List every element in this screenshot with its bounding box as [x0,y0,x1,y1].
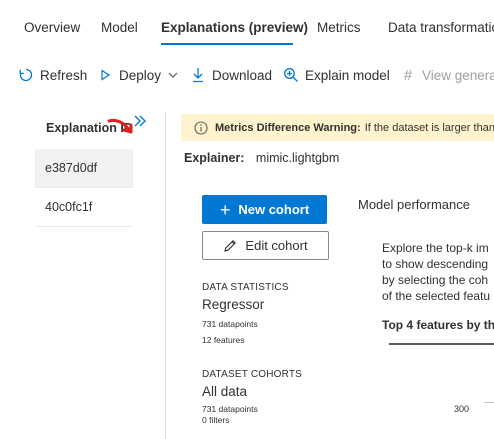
deploy-label: Deploy [119,67,162,83]
double-chevron-right-icon[interactable] [132,113,148,129]
explain-model-button[interactable]: Explain model [283,67,390,83]
explanation-row[interactable]: e387d0df [35,149,133,187]
toolbar: Refresh Deploy Download Explain model # … [0,58,494,92]
active-tab-indicator [161,43,293,45]
panel-divider [165,112,166,439]
explainer-info: Explainer: mimic.lightgbm [184,151,339,165]
explain-model-label: Explain model [305,67,390,83]
cohort-filters: 0 filters [202,415,230,425]
view-generated-label: View generated [422,67,494,83]
new-cohort-label: New cohort [238,202,310,217]
feature-importance-description: Explore the top-k im to show descending … [382,240,494,304]
axis-tick-label: 300 [454,404,470,414]
tab-overview[interactable]: Overview [24,20,80,35]
refresh-button[interactable]: Refresh [18,67,87,83]
explainer-label: Explainer: [184,151,245,165]
top-features-label: Top 4 features by th [382,318,494,332]
explainer-value: mimic.lightgbm [255,151,340,165]
info-icon [194,120,208,135]
model-performance-tab[interactable]: Model performance [358,197,470,212]
play-icon [97,67,113,83]
tab-model[interactable]: Model [101,20,138,35]
deploy-button[interactable]: Deploy [97,67,179,83]
dataset-cohorts-heading: DATASET COHORTS [202,369,303,380]
top-k-slider[interactable] [389,343,494,345]
refresh-icon [18,67,34,83]
download-label: Download [212,67,273,83]
data-statistics-heading: DATA STATISTICS [202,282,289,293]
description-line: to show descending [382,257,489,271]
download-icon [190,67,206,83]
cohort-name: All data [202,384,248,399]
row-divider [35,226,133,227]
tab-metrics[interactable]: Metrics [317,20,361,35]
explanation-row[interactable]: 40c0fc1f [35,188,133,226]
tab-explanations[interactable]: Explanations (preview) [161,20,308,35]
cohort-datapoints: 731 datapoints [202,404,258,414]
tab-bar: Overview Model Explanations (preview) Me… [0,0,494,52]
plus-icon: + [219,199,231,220]
metrics-warning-banner: Metrics Difference Warning: If the datas… [181,114,494,141]
search-plus-icon [283,67,299,83]
refresh-label: Refresh [40,67,88,83]
pencil-icon [224,239,237,252]
warning-text: If the dataset is larger than 5k [364,121,494,134]
datapoints-count: 731 datapoints [202,319,258,329]
hash-icon: # [403,66,413,84]
features-count: 12 features [202,335,245,345]
description-line: Explore the top-k im [382,241,489,255]
edit-cohort-label: Edit cohort [245,238,308,253]
view-generated-button[interactable]: # View generated [400,66,494,84]
tab-data-transformation[interactable]: Data transformation [388,20,494,35]
axis-gridline [484,402,494,403]
description-line: of the selected featu [382,289,491,303]
chevron-down-icon [167,69,179,81]
description-line: by selecting the coh [382,273,489,287]
edit-cohort-button[interactable]: Edit cohort [202,231,329,260]
warning-title: Metrics Difference Warning: [215,121,361,134]
new-cohort-button[interactable]: + New cohort [202,195,327,224]
download-button[interactable]: Download [190,67,272,83]
model-type: Regressor [202,297,265,312]
